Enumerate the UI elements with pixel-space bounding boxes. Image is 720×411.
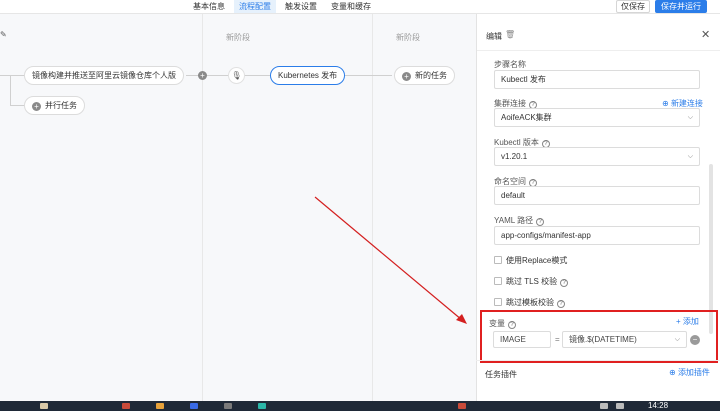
cluster-label-text: 集群连接 bbox=[494, 99, 526, 108]
tab-variables-cache[interactable]: 变量和缓存 bbox=[326, 0, 376, 13]
step-name-input[interactable]: Kubectl 发布 bbox=[494, 70, 700, 89]
config-tabs: 基本信息 流程配置 触发设置 变量和缓存 bbox=[188, 0, 376, 14]
yaml-path-label: YAML 路径? bbox=[494, 215, 545, 226]
add-plugin-link[interactable]: ⊕ 添加插件 bbox=[669, 367, 710, 378]
variables-label-text: 变量 bbox=[489, 319, 505, 328]
checkbox[interactable] bbox=[494, 298, 502, 306]
variables-section-highlight: 变量? + 添加 IMAGE = 镜像.$(DATETIME) ⌵ − bbox=[480, 310, 718, 363]
save-and-run-button[interactable]: 保存并运行 bbox=[655, 0, 707, 13]
variables-label: 变量? bbox=[489, 318, 516, 329]
panel-header: 编辑 🗑 ✕ bbox=[477, 14, 720, 51]
namespace-input[interactable]: default bbox=[494, 186, 700, 205]
add-plugin-text: 添加插件 bbox=[677, 368, 710, 377]
taskbar-app-icon[interactable] bbox=[224, 403, 232, 409]
yaml-path-input[interactable]: app-configs/manifest-app bbox=[494, 226, 700, 245]
variable-value: 镜像.$(DATETIME) bbox=[569, 335, 637, 344]
chevron-down-icon: ⌵ bbox=[687, 153, 693, 160]
help-icon[interactable]: ? bbox=[557, 300, 565, 308]
taskbar-app-icon[interactable] bbox=[258, 403, 266, 409]
skip-template-label: 跳过模板校验 bbox=[506, 298, 554, 307]
replace-mode-checkbox[interactable]: 使用Replace模式 bbox=[494, 255, 567, 266]
new-connection-text: 新建连接 bbox=[670, 99, 703, 108]
skip-template-checkbox[interactable]: 跳过模板校验? bbox=[494, 297, 565, 308]
tab-trigger-settings[interactable]: 触发设置 bbox=[280, 0, 322, 13]
task-plugins-label: 任务插件 bbox=[485, 370, 517, 379]
add-variable-link[interactable]: + 添加 bbox=[676, 316, 699, 327]
checkbox[interactable] bbox=[494, 277, 502, 285]
taskbar-app-icon[interactable] bbox=[40, 403, 48, 409]
panel-title: 编辑 bbox=[486, 32, 502, 41]
skip-tls-label: 跳过 TLS 校验 bbox=[506, 277, 558, 286]
chevron-down-icon: ⌵ bbox=[687, 114, 693, 121]
pipeline-canvas: ✎ 新阶段 新阶段 镜像构建并推送至阿里云镜像仓库个人版 + 🎙 Kuberne… bbox=[0, 14, 476, 401]
clock[interactable]: 14:28 bbox=[648, 401, 668, 410]
help-icon[interactable]: ? bbox=[536, 218, 545, 226]
trash-icon[interactable]: 🗑 bbox=[505, 30, 515, 39]
equals-sign: = bbox=[555, 335, 560, 344]
taskbar-tray-icon[interactable] bbox=[600, 403, 608, 409]
cluster-value: AoifeACK集群 bbox=[501, 113, 552, 122]
top-nav-bar: 基本信息 流程配置 触发设置 变量和缓存 仅保存 保存并运行 bbox=[0, 0, 720, 14]
checkbox[interactable] bbox=[494, 256, 502, 264]
namespace-text: 命名空间 bbox=[494, 177, 526, 186]
taskbar-app-icon[interactable] bbox=[458, 403, 466, 409]
os-taskbar: 14:28 bbox=[0, 401, 720, 411]
annotation-arrow bbox=[314, 196, 467, 324]
close-icon[interactable]: ✕ bbox=[701, 28, 710, 41]
variable-value-select[interactable]: 镜像.$(DATETIME) ⌵ bbox=[562, 331, 687, 348]
kubectl-version-text: Kubectl 版本 bbox=[494, 138, 539, 147]
taskbar-app-icon[interactable] bbox=[122, 403, 130, 409]
step-name-label: 步骤名称 bbox=[494, 60, 526, 69]
skip-tls-checkbox[interactable]: 跳过 TLS 校验? bbox=[494, 276, 569, 287]
divider bbox=[476, 360, 720, 361]
add-variable-text: 添加 bbox=[682, 317, 699, 326]
help-icon[interactable]: ? bbox=[560, 279, 569, 287]
replace-mode-label: 使用Replace模式 bbox=[506, 256, 568, 265]
cluster-select[interactable]: AoifeACK集群 ⌵ bbox=[494, 108, 700, 127]
tab-pipeline-config[interactable]: 流程配置 bbox=[234, 0, 276, 13]
taskbar-app-icon[interactable] bbox=[190, 403, 198, 409]
kubectl-version-value: v1.20.1 bbox=[501, 152, 528, 161]
tab-basic-info[interactable]: 基本信息 bbox=[188, 0, 230, 13]
remove-variable-icon[interactable]: − bbox=[690, 335, 700, 345]
yaml-path-text: YAML 路径 bbox=[494, 216, 534, 225]
save-only-button[interactable]: 仅保存 bbox=[616, 0, 650, 13]
taskbar-tray-icon[interactable] bbox=[616, 403, 624, 409]
chevron-down-icon: ⌵ bbox=[674, 336, 680, 343]
kubectl-version-select[interactable]: v1.20.1 ⌵ bbox=[494, 147, 700, 166]
help-icon[interactable]: ? bbox=[508, 321, 516, 329]
variable-key-input[interactable]: IMAGE bbox=[493, 331, 551, 348]
panel-scrollbar[interactable] bbox=[709, 164, 713, 334]
taskbar-app-icon[interactable] bbox=[156, 403, 164, 409]
